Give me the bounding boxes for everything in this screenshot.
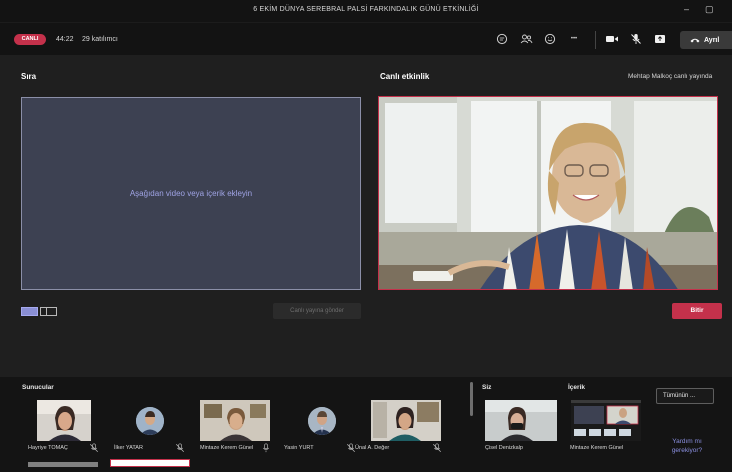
attendee-count: 29 katılımcı	[82, 36, 118, 43]
leave-label: Ayrıl	[704, 36, 720, 44]
window-title: 6 EKİM DÜNYA SEREBRAL PALSİ FARKINDALIK …	[253, 6, 479, 13]
presenter-avatar[interactable]	[308, 407, 336, 435]
presenter-video	[379, 97, 717, 289]
mic-off-icon	[89, 443, 99, 453]
content-title: İçerik	[568, 384, 585, 391]
minimize-button[interactable]: –	[684, 4, 689, 14]
camera-icon[interactable]	[604, 31, 620, 47]
maximize-button[interactable]: ▢	[705, 4, 714, 15]
strip-scrollbar[interactable]	[470, 382, 473, 416]
mic-icon	[263, 443, 269, 453]
send-live-button[interactable]: Canlı yayına gönder	[273, 303, 361, 319]
presenters-title: Sunucular	[22, 384, 54, 391]
chat-icon[interactable]	[494, 31, 510, 47]
live-badge: CANLI	[14, 34, 46, 45]
people-icon[interactable]	[518, 31, 534, 47]
presenter-video-tile[interactable]	[371, 400, 441, 441]
title-bar: 6 EKİM DÜNYA SEREBRAL PALSİ FARKINDALIK …	[0, 0, 732, 22]
live-video	[378, 96, 718, 290]
presenter-name: Yasin YURT	[284, 445, 314, 451]
presenter-name: Ünal A. Değer	[355, 445, 390, 451]
reactions-icon[interactable]	[542, 31, 558, 47]
presenter-name: Mintaze Kerem Günel	[200, 445, 254, 451]
content-tile[interactable]	[571, 400, 641, 441]
leave-button[interactable]: Ayrıl	[680, 31, 732, 49]
queue-panel[interactable]: Aşağıdan video veya içerik ekleyin	[21, 97, 361, 290]
you-title: Siz	[482, 384, 492, 391]
mic-off-icon[interactable]	[628, 31, 644, 47]
see-all-button[interactable]: Tümünün ...	[656, 388, 714, 404]
live-status: Mehtap Malkoç canlı yayında	[628, 73, 713, 80]
presenter-name: Hayriye TOMAÇ	[28, 445, 68, 451]
presenter-video-tile[interactable]	[200, 400, 270, 441]
self-video-tile[interactable]	[485, 400, 557, 441]
participants-strip: Sunucular Siz İçerik Tümünün ... Hayriye…	[0, 377, 732, 472]
help-link[interactable]: Yardım mı gerekiyor?	[660, 437, 714, 455]
end-button[interactable]: Bitir	[672, 303, 722, 319]
mic-off-icon	[432, 443, 442, 453]
presenter-avatar[interactable]	[136, 407, 164, 435]
toolbar-separator	[595, 31, 596, 49]
mic-off-icon	[175, 443, 185, 453]
phone-icon	[690, 38, 700, 43]
self-name: Çisel Denizkalp	[485, 445, 523, 451]
elapsed-time: 44:22	[56, 36, 74, 43]
layout-split-button[interactable]	[40, 307, 57, 316]
content-name: Mintaze Kerem Günel	[570, 445, 624, 451]
meeting-toolbar: CANLI 44:22 29 katılımcı ••• Ayrıl	[0, 22, 732, 55]
queue-title: Sıra	[21, 72, 37, 81]
layout-single-button[interactable]	[21, 307, 38, 316]
presenter-name: İlker YATAR	[114, 445, 143, 451]
share-icon[interactable]	[652, 31, 668, 47]
more-icon[interactable]: •••	[566, 31, 582, 47]
partial-tile-selected	[110, 459, 190, 467]
queue-hint: Aşağıdan video veya içerik ekleyin	[129, 189, 253, 198]
partial-tile	[28, 462, 98, 467]
presenter-video-tile[interactable]	[37, 400, 91, 441]
live-title: Canlı etkinlik	[380, 72, 430, 81]
teams-live-event-window: 6 EKİM DÜNYA SEREBRAL PALSİ FARKINDALIK …	[0, 0, 732, 472]
